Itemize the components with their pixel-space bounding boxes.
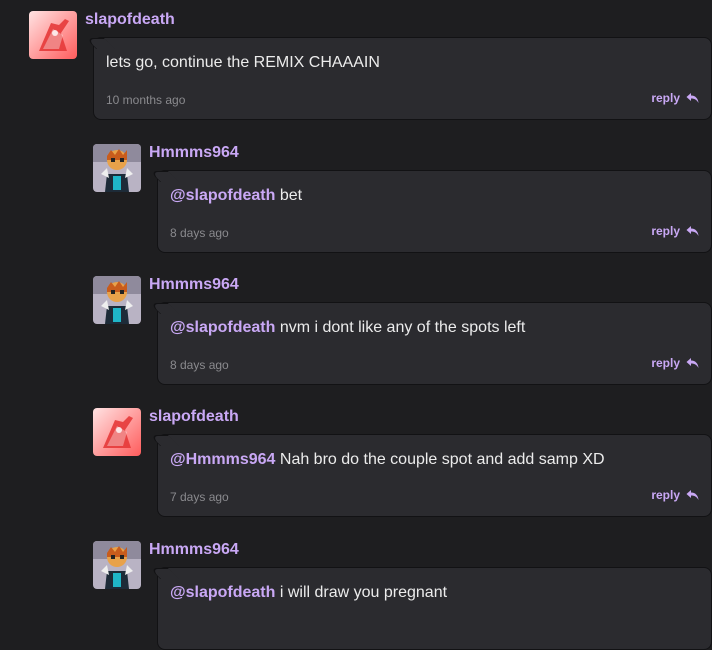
reply-arrow-icon xyxy=(686,357,699,369)
mention-link[interactable]: @slapofdeath xyxy=(170,319,275,336)
comment-item: Hmmms964 @slapofdeath nvm i dont like an… xyxy=(0,265,712,390)
comment-item: Hmmms964 @slapofdeath i will draw you pr… xyxy=(0,530,712,650)
comment-text-content: nvm i dont like any of the spots left xyxy=(275,319,526,336)
mention-link[interactable]: @Hmmms964 xyxy=(170,451,275,468)
red-avatar-icon xyxy=(29,11,77,59)
reply-label: reply xyxy=(651,488,680,502)
avatar[interactable] xyxy=(93,276,141,324)
avatar[interactable] xyxy=(93,541,141,589)
username[interactable]: slapofdeath xyxy=(149,408,239,426)
username[interactable]: slapofdeath xyxy=(85,11,175,29)
comment-bubble: @slapofdeath i will draw you pregnant xyxy=(149,567,712,650)
username[interactable]: Hmmms964 xyxy=(149,144,239,162)
comment-bubble: @slapofdeath bet 8 days ago reply xyxy=(149,170,712,253)
bubble-notch xyxy=(149,171,179,182)
red-avatar-icon xyxy=(93,408,141,456)
timestamp: 10 months ago xyxy=(106,93,186,107)
bubble-notch xyxy=(149,435,179,446)
comment-text-content: lets go, continue the REMIX CHAAAIN xyxy=(106,54,380,71)
comment-item: slapofdeath @Hmmms964 Nah bro do the cou… xyxy=(0,397,712,522)
comment-item: Hmmms964 @slapofdeath bet 8 days ago rep… xyxy=(0,133,712,258)
character-avatar-icon xyxy=(93,276,141,324)
bubble-notch xyxy=(149,568,179,579)
timestamp: 8 days ago xyxy=(170,358,229,372)
username[interactable]: Hmmms964 xyxy=(149,276,239,294)
reply-button[interactable]: reply xyxy=(651,91,699,105)
comment-bubble: lets go, continue the REMIX CHAAAIN 10 m… xyxy=(85,37,712,120)
reply-arrow-icon xyxy=(686,489,699,501)
mention-link[interactable]: @slapofdeath xyxy=(170,187,275,204)
reply-button[interactable]: reply xyxy=(651,488,699,502)
mention-link[interactable]: @slapofdeath xyxy=(170,584,275,601)
character-avatar-icon xyxy=(93,541,141,589)
comment-text: @slapofdeath i will draw you pregnant xyxy=(170,584,447,602)
comment-text-content: Nah bro do the couple spot and add samp … xyxy=(275,451,605,468)
reply-label: reply xyxy=(651,224,680,238)
comment-text-content: i will draw you pregnant xyxy=(275,584,448,601)
bubble-notch xyxy=(149,303,179,314)
reply-button[interactable]: reply xyxy=(651,224,699,238)
timestamp: 8 days ago xyxy=(170,226,229,240)
avatar[interactable] xyxy=(29,11,77,59)
comment-item: slapofdeath lets go, continue the REMIX … xyxy=(0,0,712,125)
comment-text: @slapofdeath nvm i dont like any of the … xyxy=(170,319,525,337)
comment-bubble: @Hmmms964 Nah bro do the couple spot and… xyxy=(149,434,712,517)
avatar[interactable] xyxy=(93,144,141,192)
comment-text: lets go, continue the REMIX CHAAAIN xyxy=(106,54,380,72)
reply-label: reply xyxy=(651,356,680,370)
comment-text-content: bet xyxy=(275,187,303,204)
reply-arrow-icon xyxy=(686,225,699,237)
reply-button[interactable]: reply xyxy=(651,356,699,370)
avatar[interactable] xyxy=(93,408,141,456)
character-avatar-icon xyxy=(93,144,141,192)
username[interactable]: Hmmms964 xyxy=(149,541,239,559)
timestamp: 7 days ago xyxy=(170,490,229,504)
bubble-notch xyxy=(85,38,115,49)
comment-text: @Hmmms964 Nah bro do the couple spot and… xyxy=(170,451,605,469)
comment-bubble: @slapofdeath nvm i dont like any of the … xyxy=(149,302,712,385)
reply-arrow-icon xyxy=(686,92,699,104)
reply-label: reply xyxy=(651,91,680,105)
comment-text: @slapofdeath bet xyxy=(170,187,302,205)
